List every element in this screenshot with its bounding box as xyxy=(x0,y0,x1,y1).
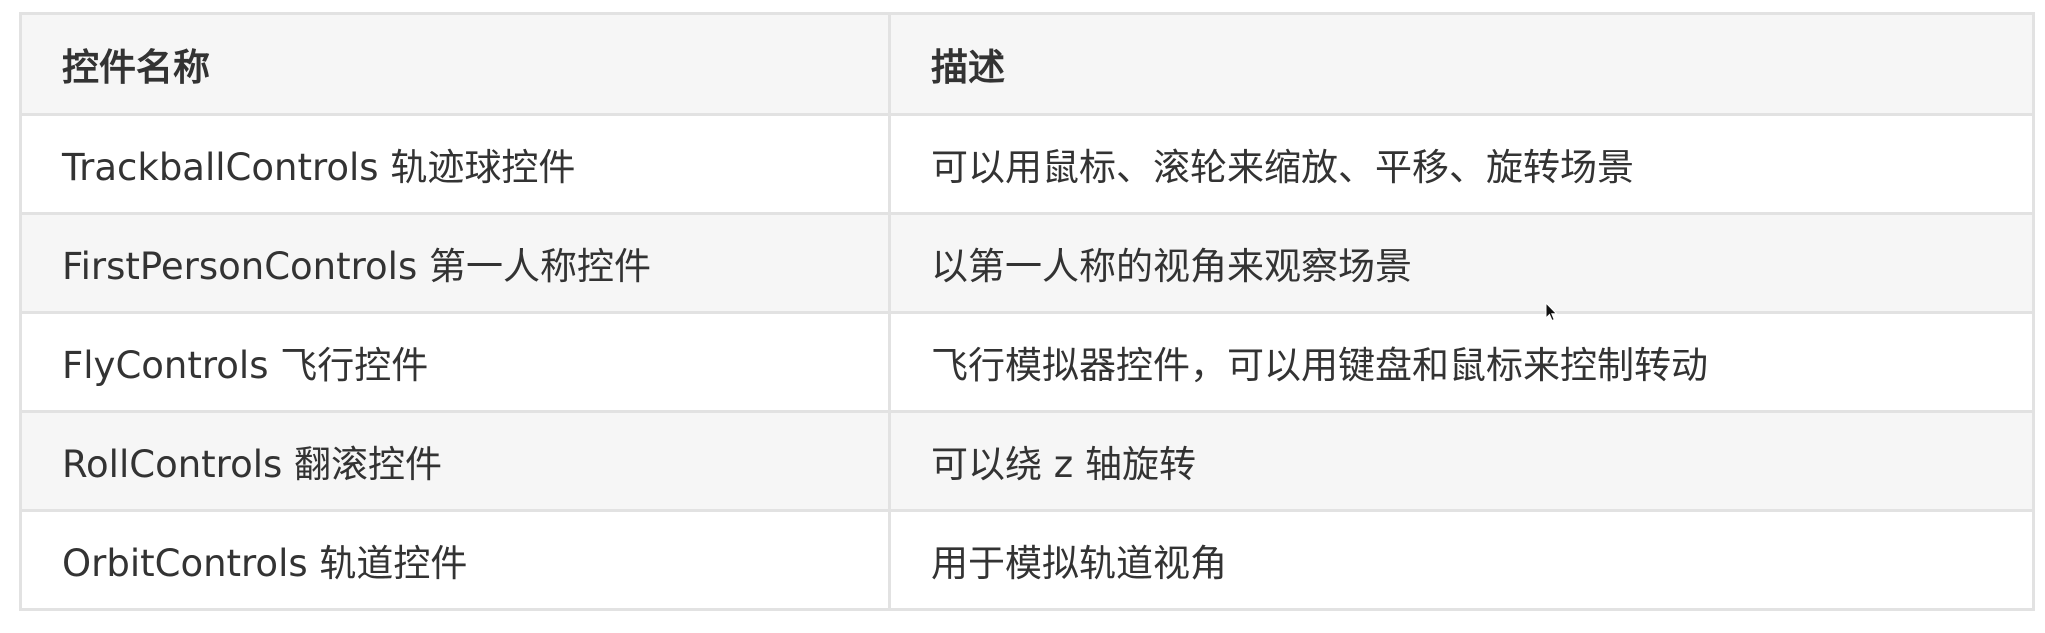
table-row: FirstPersonControls 第一人称控件 以第一人称的视角来观察场景 xyxy=(19,212,2035,314)
header-description: 描述 xyxy=(888,12,2035,116)
controls-table: 控件名称 描述 TrackballControls 轨迹球控件 可以用鼠标、滚轮… xyxy=(19,12,2035,611)
control-name-cell: OrbitControls 轨道控件 xyxy=(19,509,891,611)
control-description-cell: 可以绕 z 轴旋转 xyxy=(888,410,2035,512)
mouse-pointer-icon xyxy=(1545,302,1558,322)
control-description-cell: 以第一人称的视角来观察场景 xyxy=(888,212,2035,314)
control-description-cell: 用于模拟轨道视角 xyxy=(888,509,2035,611)
table-row: OrbitControls 轨道控件 用于模拟轨道视角 xyxy=(19,509,2035,611)
control-name-cell: TrackballControls 轨迹球控件 xyxy=(19,113,891,215)
control-name-cell: FirstPersonControls 第一人称控件 xyxy=(19,212,891,314)
table-row: RollControls 翻滚控件 可以绕 z 轴旋转 xyxy=(19,410,2035,512)
table-row: TrackballControls 轨迹球控件 可以用鼠标、滚轮来缩放、平移、旋… xyxy=(19,113,2035,215)
controls-table-container: 控件名称 描述 TrackballControls 轨迹球控件 可以用鼠标、滚轮… xyxy=(19,12,2035,611)
table-header-row: 控件名称 描述 xyxy=(19,12,2035,116)
header-control-name: 控件名称 xyxy=(19,12,891,116)
control-name-cell: FlyControls 飞行控件 xyxy=(19,311,891,413)
control-description-cell: 飞行模拟器控件，可以用键盘和鼠标来控制转动 xyxy=(888,311,2035,413)
control-description-cell: 可以用鼠标、滚轮来缩放、平移、旋转场景 xyxy=(888,113,2035,215)
table-row: FlyControls 飞行控件 飞行模拟器控件，可以用键盘和鼠标来控制转动 xyxy=(19,311,2035,413)
control-name-cell: RollControls 翻滚控件 xyxy=(19,410,891,512)
